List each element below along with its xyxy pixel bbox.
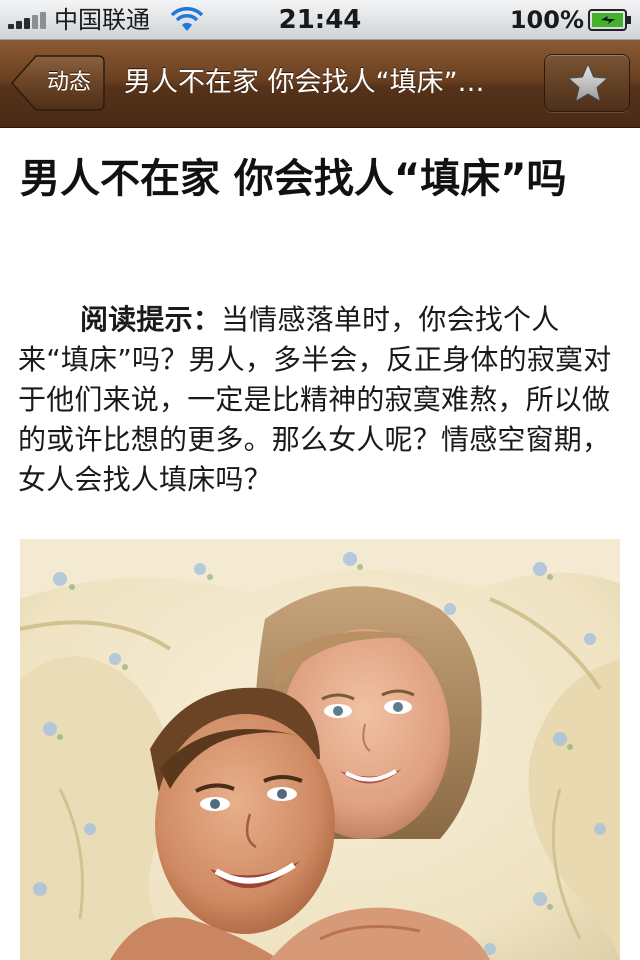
status-bar: 中国联通 21:44 100% bbox=[0, 0, 640, 40]
favorite-button[interactable] bbox=[544, 54, 630, 112]
battery-percent: 100% bbox=[509, 6, 584, 34]
back-button-label: 动态 bbox=[46, 70, 91, 95]
phone-screen: 中国联通 21:44 100% 动态 男人不在家 你会找人“填床”… 男人不在家… bbox=[0, 0, 640, 960]
article-title: 男人不在家 你会找人“填床”吗 bbox=[20, 156, 567, 202]
back-button[interactable]: 动态 bbox=[10, 54, 106, 112]
article-lead: 阅读提示：当情感落单时，你会找个人来“填床”吗？男人，多半会，反正身体的寂寞对于… bbox=[18, 300, 626, 500]
navigation-bar: 动态 男人不在家 你会找人“填床”… bbox=[0, 40, 640, 128]
couple-photo bbox=[20, 539, 620, 960]
lead-label: 阅读提示： bbox=[80, 303, 222, 336]
star-icon bbox=[567, 62, 609, 103]
article: 男人不在家 你会找人“填床”吗 阅读提示：当情感落单时，你会找个人来“填床”吗？… bbox=[0, 128, 640, 960]
battery-charging-icon bbox=[588, 9, 632, 31]
nav-title: 男人不在家 你会找人“填床”… bbox=[124, 67, 485, 98]
